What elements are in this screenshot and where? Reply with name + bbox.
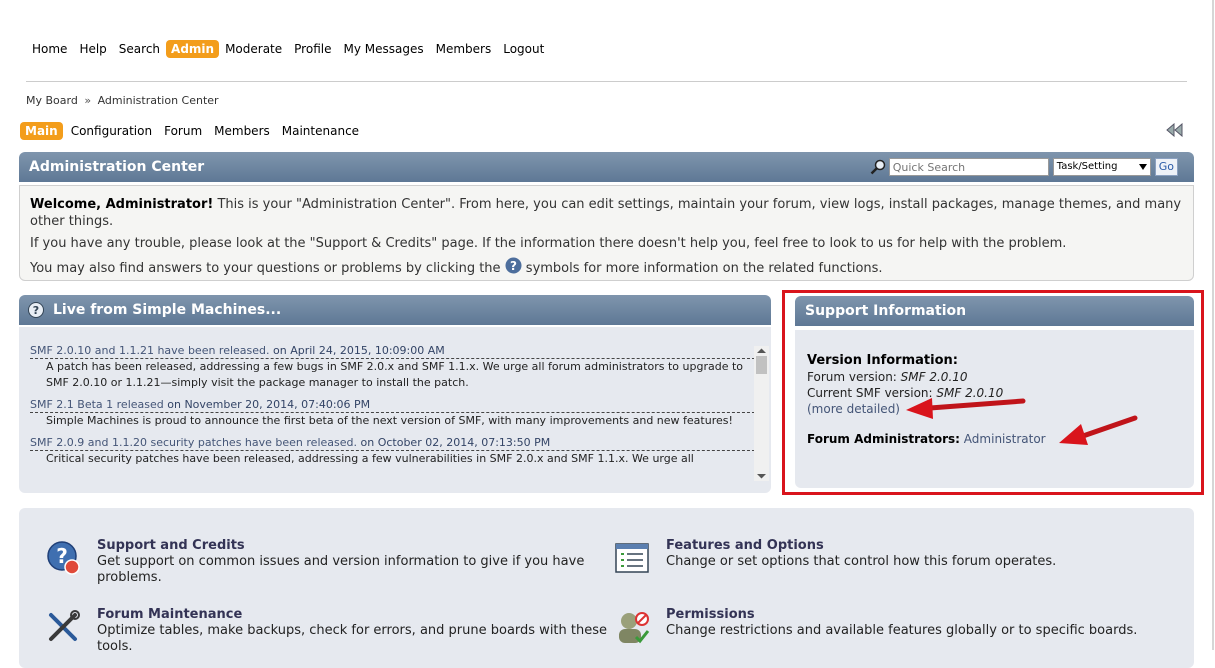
section-permissions[interactable]: Permissions Change restrictions and avai…	[619, 607, 1186, 644]
red-arrow-icon	[1059, 415, 1138, 445]
menu-help[interactable]: Help	[73, 40, 112, 58]
section-title[interactable]: Features and Options	[666, 538, 1186, 554]
permissions-icon	[619, 612, 650, 644]
news-list: SMF 2.0.10 and 1.1.21 have been released…	[30, 344, 760, 474]
live-news-panel: SMF 2.0.10 and 1.1.21 have been released…	[19, 327, 771, 493]
maintenance-icon	[49, 610, 80, 641]
quick-search-input[interactable]	[888, 158, 1049, 176]
svg-text:?: ?	[33, 304, 39, 317]
chevron-down-icon	[1138, 164, 1147, 170]
tab-members[interactable]: Members	[208, 122, 276, 140]
section-title[interactable]: Permissions	[666, 607, 1186, 623]
menu-members[interactable]: Members	[430, 40, 498, 58]
help-icon: ?	[505, 257, 522, 274]
section-desc: Change restrictions and available featur…	[666, 623, 1138, 638]
help-icon[interactable]: ?	[28, 302, 44, 318]
scroll-up-icon[interactable]	[754, 346, 769, 356]
news-item-body: A patch has been released, addressing a …	[46, 360, 743, 389]
menu-profile[interactable]: Profile	[288, 40, 337, 58]
news-link[interactable]: SMF 2.0.9 and 1.1.20 security patches ha…	[30, 436, 357, 449]
news-link[interactable]: SMF 2.0.10 and 1.1.21 have been released…	[30, 344, 270, 357]
welcome-box: Welcome, Administrator! This is your "Ad…	[19, 185, 1194, 281]
welcome-heading: Welcome, Administrator!	[30, 197, 214, 212]
news-item-header: SMF 2.0.9 and 1.1.20 security patches ha…	[30, 436, 760, 451]
scroll-down-icon[interactable]	[754, 471, 769, 481]
news-item-body: Critical security patches have been rele…	[46, 452, 694, 465]
menu-logout[interactable]: Logout	[497, 40, 550, 58]
search-icon	[870, 159, 885, 175]
menu-search[interactable]: Search	[113, 40, 166, 58]
section-desc: Get support on common issues and version…	[97, 554, 585, 585]
section-title[interactable]: Support and Credits	[97, 538, 617, 554]
svg-text:?: ?	[510, 259, 517, 273]
tab-maintenance[interactable]: Maintenance	[276, 122, 365, 140]
admin-center-header: Administration Center Task/Setting Go	[19, 152, 1194, 182]
tab-configuration[interactable]: Configuration	[65, 122, 158, 140]
welcome-line3b: symbols for more information on the rela…	[521, 261, 883, 276]
section-support[interactable]: ? Support and Credits Get support on com…	[47, 538, 617, 586]
section-maintenance[interactable]: Forum Maintenance Optimize tables, make …	[49, 607, 617, 655]
tab-main[interactable]: Main	[20, 122, 63, 140]
section-desc: Optimize tables, make backups, check for…	[97, 623, 608, 654]
welcome-line3a: You may also find answers to your questi…	[30, 261, 505, 276]
news-item-header: SMF 2.1 Beta 1 released on November 20, …	[30, 398, 760, 413]
news-item-header: SMF 2.0.10 and 1.1.21 have been released…	[30, 344, 760, 359]
collapse-icon[interactable]	[1166, 123, 1184, 137]
news-date: on November 20, 2014, 07:40:06 PM	[163, 398, 371, 411]
menu-my-messages[interactable]: My Messages	[337, 40, 429, 58]
page-right-border	[1212, 0, 1214, 650]
go-button[interactable]: Go	[1154, 158, 1178, 176]
live-news-header: ? Live from Simple Machines...	[19, 295, 771, 325]
menu-moderate[interactable]: Moderate	[219, 40, 288, 58]
breadcrumb: My Board » Administration Center	[26, 94, 219, 107]
news-date: on April 24, 2015, 10:09:00 AM	[269, 344, 445, 357]
quick-search: Task/Setting Go	[870, 158, 1178, 176]
section-desc: Change or set options that control how t…	[666, 554, 1057, 569]
breadcrumb-current[interactable]: Administration Center	[98, 94, 219, 107]
header-divider	[26, 81, 1187, 82]
main-menu: Home Help Search Admin Moderate Profile …	[26, 39, 550, 59]
news-scrollbar[interactable]	[754, 346, 769, 481]
breadcrumb-separator: »	[84, 94, 92, 107]
features-icon	[615, 543, 649, 573]
admin-sub-menu: Main Configuration Forum Members Mainten…	[20, 121, 365, 141]
menu-home[interactable]: Home	[26, 40, 73, 58]
news-date: on October 02, 2014, 07:13:50 PM	[357, 436, 551, 449]
section-features[interactable]: Features and Options Change or set optio…	[615, 538, 1186, 573]
admin-sections: ? Support and Credits Get support on com…	[19, 508, 1194, 668]
search-type-value: Task/Setting	[1056, 161, 1118, 172]
menu-admin[interactable]: Admin	[166, 40, 220, 58]
scrollbar-thumb[interactable]	[756, 356, 767, 374]
section-title[interactable]: Forum Maintenance	[97, 607, 617, 623]
breadcrumb-board[interactable]: My Board	[26, 94, 78, 107]
tab-forum[interactable]: Forum	[158, 122, 208, 140]
red-arrow-icon	[906, 398, 1026, 419]
support-icon: ?	[47, 541, 80, 575]
news-item-body: Simple Machines is proud to announce the…	[46, 414, 733, 427]
live-news-title: Live from Simple Machines...	[53, 302, 282, 318]
welcome-line2: If you have any trouble, please look at …	[30, 236, 1067, 251]
search-type-select[interactable]: Task/Setting	[1052, 158, 1151, 176]
admin-center-title: Administration Center	[29, 159, 205, 175]
news-link[interactable]: SMF 2.1 Beta 1 released	[30, 398, 164, 411]
